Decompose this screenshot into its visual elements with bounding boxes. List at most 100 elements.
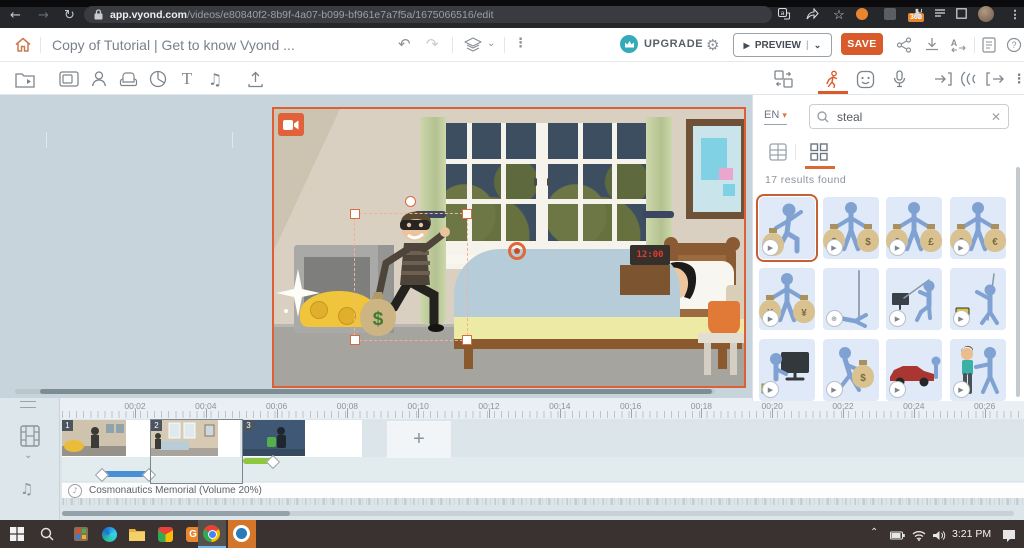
battery-icon[interactable]: [888, 526, 906, 544]
canvas-hscroll-track[interactable]: [15, 389, 715, 394]
exit-effect-icon[interactable]: [984, 68, 1006, 90]
layers-chevron-down-icon[interactable]: ⌄: [487, 38, 495, 49]
resize-handle-nw[interactable]: [350, 209, 360, 219]
play-preview-icon[interactable]: ▶: [889, 310, 906, 327]
translate-video-icon[interactable]: A: [950, 37, 967, 53]
help-icon[interactable]: ?: [1006, 37, 1022, 53]
home-icon[interactable]: [14, 36, 32, 54]
search-input[interactable]: [835, 108, 985, 125]
timeline-hscroll-thumb[interactable]: [62, 511, 290, 516]
result-thumbnail-character-pickpocketing-man[interactable]: ▶: [949, 339, 1006, 401]
zoom-preview-icon[interactable]: ⊕: [825, 310, 843, 327]
resize-handle-se[interactable]: [462, 335, 472, 345]
result-thumbnail-character-holding-two-money-bags-dollar[interactable]: $$▶: [822, 197, 879, 259]
project-title[interactable]: Copy of Tutorial | Get to know Vyond ...: [52, 37, 295, 53]
extension-icon-1[interactable]: [856, 8, 870, 22]
template-library-icon[interactable]: [14, 68, 36, 90]
notes-icon[interactable]: [982, 37, 996, 53]
search-box[interactable]: ✕: [809, 104, 1009, 129]
result-thumbnail-character-holding-two-money-bags-yen[interactable]: ¥¥▶: [759, 268, 815, 330]
result-thumbnail-character-sneaking-with-money-bag[interactable]: $ ▶: [822, 339, 879, 401]
edge-icon[interactable]: [100, 525, 118, 543]
taskbar-app-icon-1[interactable]: [72, 525, 90, 543]
resize-handle-sw[interactable]: [350, 335, 360, 345]
character-icon[interactable]: [88, 68, 110, 90]
bookmark-star-icon[interactable]: ☆: [832, 8, 846, 22]
result-thumbnail-character-fishing-monitor[interactable]: ▶: [886, 268, 942, 330]
upload-icon[interactable]: [244, 68, 266, 90]
browser-forward-icon[interactable]: →: [38, 9, 49, 22]
undo-icon[interactable]: ↶: [398, 35, 411, 53]
play-preview-icon[interactable]: ▶: [762, 239, 779, 256]
canvas-hscroll-thumb[interactable]: [40, 389, 712, 394]
timeline-ruler[interactable]: 00:02 00:04 00:06 00:08 00:10 00:12 00:14 00:16…: [0, 398, 1024, 419]
action-tab-icon[interactable]: [820, 68, 842, 90]
timeline-scene-3[interactable]: 3: [243, 420, 362, 457]
redo-icon[interactable]: ↷: [426, 35, 439, 53]
background-icon[interactable]: [58, 68, 80, 90]
collapse-chevron-icon[interactable]: ⌄: [24, 450, 32, 461]
play-preview-icon[interactable]: ▶: [889, 381, 906, 398]
browser-back-icon[interactable]: ←: [10, 9, 21, 22]
share-icon[interactable]: [896, 37, 912, 53]
wifi-icon[interactable]: [910, 526, 928, 544]
camera-anchor-marker[interactable]: [508, 242, 526, 260]
result-thumbnail-character-crawling-under-pole[interactable]: ⊕: [822, 268, 879, 330]
notification-center-icon[interactable]: [1000, 526, 1018, 544]
upgrade-button[interactable]: UPGRADE: [620, 35, 703, 53]
taskbar-search-icon[interactable]: [38, 525, 56, 543]
audio-track-music-icon[interactable]: ♫: [20, 480, 33, 498]
save-button[interactable]: SAVE: [841, 33, 883, 55]
window-icon[interactable]: [956, 8, 970, 22]
panel-kebab-menu-icon[interactable]: ⋮: [1008, 68, 1024, 90]
video-canvas[interactable]: 12:00 $: [272, 107, 746, 388]
chrome-taskbar-active[interactable]: [198, 520, 226, 548]
play-preview-icon[interactable]: ▶: [762, 310, 779, 327]
motion-effect-icon[interactable]: [958, 68, 980, 90]
tray-chevron-up-icon[interactable]: ⌃: [870, 527, 878, 538]
taskbar-clock[interactable]: 3:21 PM: [952, 528, 991, 540]
browser-reload-icon[interactable]: ↻: [64, 9, 75, 22]
browser-address-bar[interactable]: app.vyond.com/videos/e80840f2-8b9f-4a07-…: [84, 6, 772, 23]
play-preview-icon[interactable]: ▶: [825, 381, 843, 398]
result-thumbnail-character-behind-monitor[interactable]: ▶: [759, 339, 815, 401]
file-explorer-icon[interactable]: [128, 525, 146, 543]
rotate-handle[interactable]: [405, 196, 416, 207]
enter-effect-icon[interactable]: [932, 68, 954, 90]
expression-tab-icon[interactable]: [854, 68, 876, 90]
play-preview-icon[interactable]: ▶: [952, 310, 970, 327]
timeline-hscroll-track[interactable]: [62, 511, 1014, 516]
share-tab-icon[interactable]: [806, 8, 820, 22]
header-kebab-menu-icon[interactable]: ⋮: [514, 36, 527, 51]
grid-view-toggle-icon[interactable]: [810, 143, 830, 161]
layers-icon[interactable]: [464, 37, 482, 53]
play-preview-icon[interactable]: ▶: [889, 239, 906, 256]
speaker-icon[interactable]: [930, 526, 948, 544]
reading-list-icon[interactable]: [934, 8, 948, 22]
text-icon[interactable]: T: [176, 68, 198, 90]
prop-icon[interactable]: [117, 68, 139, 90]
start-button-icon[interactable]: [8, 525, 26, 543]
play-preview-icon[interactable]: ▶: [952, 239, 970, 256]
result-thumbnail-character-kneeling-with-money-bag[interactable]: $▶: [756, 194, 818, 262]
result-thumbnail-character-holding-two-money-bags-pound[interactable]: ££▶: [886, 197, 942, 259]
timeline-drag-handle[interactable]: [20, 401, 36, 408]
resize-handle-ne[interactable]: [462, 209, 472, 219]
audio-icon[interactable]: ♫: [204, 68, 226, 90]
play-preview-icon[interactable]: ▶: [762, 381, 779, 398]
result-thumbnail-character-stealing-object-with-stick[interactable]: ▶: [949, 268, 1006, 330]
panel-vscroll-thumb[interactable]: [1016, 167, 1020, 397]
scenes-filmstrip-icon[interactable]: [18, 424, 42, 448]
translate-icon[interactable]: a: [778, 8, 792, 22]
result-thumbnail-character-holding-two-money-bags-euro[interactable]: €€▶: [949, 197, 1006, 259]
timeline-scene-1[interactable]: 1: [62, 420, 150, 457]
settings-gear-icon[interactable]: ⚙: [706, 36, 719, 54]
browser-profile-avatar[interactable]: [978, 6, 994, 22]
download-icon[interactable]: [924, 37, 940, 53]
swap-replace-icon[interactable]: [772, 68, 794, 90]
extension-icon-2[interactable]: [884, 8, 898, 22]
result-thumbnail-character-stealing-car[interactable]: ▶: [886, 339, 942, 401]
list-view-toggle-icon[interactable]: [769, 143, 789, 161]
puzzle-extensions-icon[interactable]: [912, 8, 926, 22]
camera-mode-badge[interactable]: [278, 113, 304, 136]
